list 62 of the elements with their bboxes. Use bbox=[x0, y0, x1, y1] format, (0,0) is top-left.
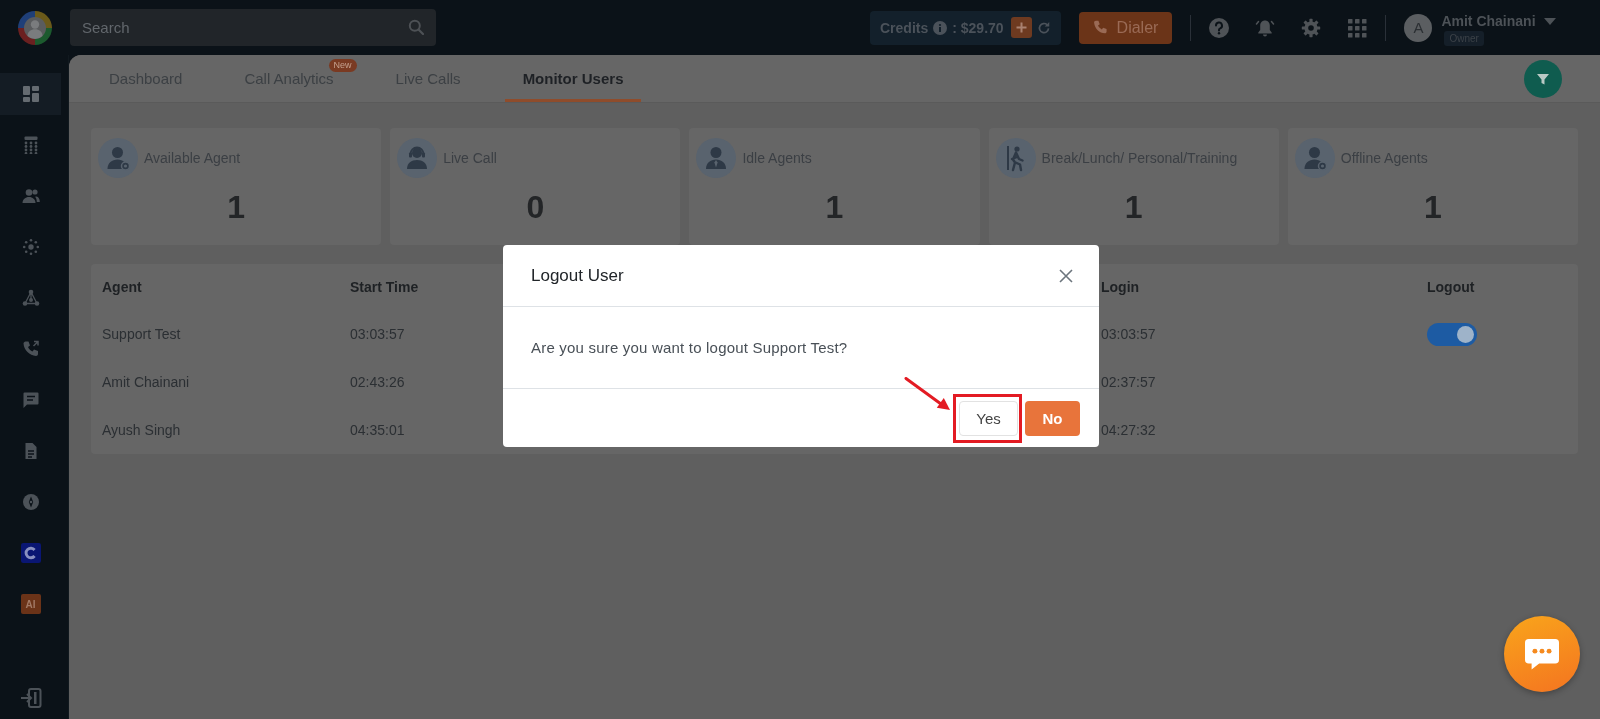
column-header: Start Time bbox=[350, 279, 419, 295]
table-cell: Ayush Singh bbox=[102, 422, 181, 438]
credits-amount: : $29.70 bbox=[952, 19, 1004, 36]
chat-icon bbox=[21, 391, 40, 409]
add-button[interactable] bbox=[1010, 17, 1032, 38]
stat-value: 0 bbox=[525, 189, 546, 226]
table-cell: Support Test bbox=[102, 326, 181, 342]
filter-button[interactable] bbox=[1524, 59, 1562, 98]
table-cell: 02:37:57 bbox=[1101, 374, 1156, 390]
modal-title: Logout User bbox=[531, 265, 624, 286]
table-cell: 03:03:57 bbox=[1101, 326, 1156, 342]
caret-icon[interactable] bbox=[1543, 17, 1556, 25]
stat-value: 1 bbox=[226, 189, 246, 226]
person-tie-icon bbox=[696, 138, 737, 178]
stat-value: 1 bbox=[1423, 189, 1443, 226]
c-logo-icon bbox=[20, 543, 41, 563]
table-cell: 03:03:57 bbox=[350, 326, 405, 342]
table-cell: Amit Chainani bbox=[102, 374, 190, 390]
sidebar-item[interactable]: AI bbox=[0, 583, 61, 625]
users-icon bbox=[21, 187, 40, 205]
exit-icon bbox=[19, 687, 42, 709]
tab[interactable]: Monitor Users bbox=[504, 55, 642, 102]
logout-toggle[interactable] bbox=[1427, 322, 1477, 346]
stat-value: 1 bbox=[824, 189, 845, 226]
headset-person-icon bbox=[397, 138, 438, 178]
network-icon bbox=[21, 289, 40, 307]
user-name[interactable]: Amit Chainani bbox=[1441, 13, 1536, 29]
dashboard-icon bbox=[21, 85, 40, 103]
new-badge: New bbox=[328, 59, 357, 72]
info-icon[interactable] bbox=[933, 20, 948, 35]
filter-icon bbox=[1536, 71, 1550, 86]
credits-label: Credits bbox=[880, 19, 929, 36]
help-icon[interactable] bbox=[1209, 17, 1230, 38]
settings-icon[interactable] bbox=[1301, 17, 1322, 38]
sidebar-item[interactable] bbox=[0, 73, 61, 115]
phone-icon bbox=[21, 340, 40, 358]
hub-icon bbox=[21, 238, 40, 256]
stat-value: 1 bbox=[1123, 189, 1144, 226]
table-cell: 04:27:32 bbox=[1101, 422, 1156, 438]
table-cell: 02:43:26 bbox=[350, 374, 405, 390]
column-header: Logout bbox=[1427, 279, 1475, 295]
table-cell: 04:35:01 bbox=[350, 422, 405, 438]
annotation-arrow bbox=[904, 376, 952, 412]
search-icon[interactable] bbox=[408, 19, 424, 35]
modal-message: Are you sure you want to logout Support Test? bbox=[531, 339, 848, 356]
column-header: Login bbox=[1101, 279, 1140, 295]
chat-bubble-icon bbox=[1523, 637, 1561, 671]
yes-button[interactable]: Yes bbox=[959, 400, 1018, 436]
apps-grid-icon[interactable] bbox=[1347, 17, 1368, 38]
close-icon bbox=[1059, 268, 1073, 283]
refresh-icon[interactable] bbox=[1036, 20, 1051, 35]
dialer-button[interactable]: Dialer bbox=[1078, 11, 1173, 44]
walking-person-icon bbox=[995, 138, 1036, 178]
person-badge-icon bbox=[1294, 138, 1335, 178]
compass-icon bbox=[21, 493, 40, 511]
phone-icon bbox=[1092, 20, 1108, 35]
search-field[interactable]: Search bbox=[70, 9, 436, 46]
no-button[interactable]: No bbox=[1025, 400, 1080, 436]
column-header: Agent bbox=[102, 279, 142, 295]
logo-icon[interactable] bbox=[18, 10, 52, 45]
person-badge-icon bbox=[98, 138, 138, 178]
plus-icon bbox=[1015, 22, 1027, 33]
